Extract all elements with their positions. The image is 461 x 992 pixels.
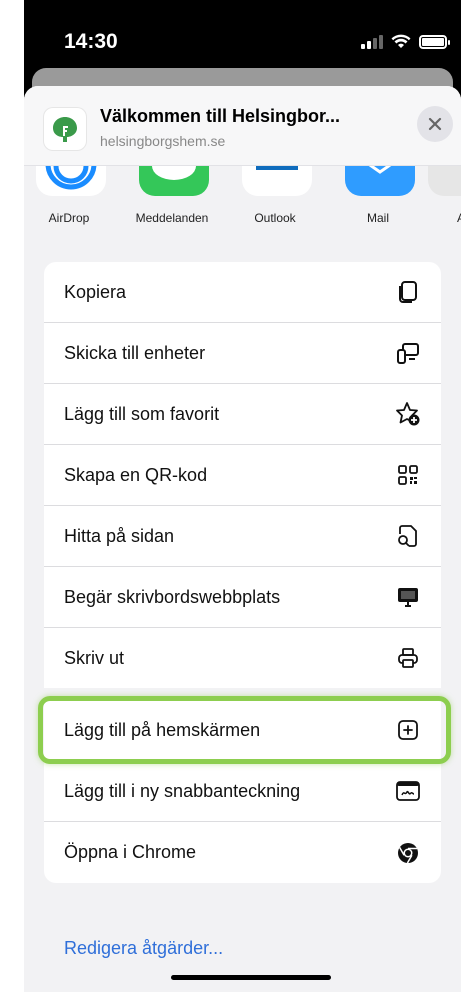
share-app-label: AirDrop	[48, 211, 90, 225]
action-quick-note[interactable]: Lägg till i ny snabbanteckning	[44, 761, 441, 822]
action-label: Skicka till enheter	[64, 342, 206, 363]
status-time: 14:30	[64, 30, 118, 53]
action-add-to-home-screen[interactable]: Lägg till på hemskärmen	[38, 696, 451, 764]
share-app-outlook[interactable]: Outlook	[230, 166, 320, 236]
desktop-site-icon	[395, 584, 421, 610]
share-sheet: Välkommen till Helsingbor... helsingborg…	[24, 86, 461, 992]
action-print[interactable]: Skriv ut	[44, 628, 441, 700]
share-app-label: Meddelanden	[135, 211, 209, 225]
page-title: Välkommen till Helsingbor...	[100, 106, 341, 126]
copy-icon	[395, 279, 421, 305]
app-icon	[428, 166, 461, 196]
qr-code-icon	[395, 462, 421, 488]
status-icons	[361, 34, 450, 49]
wifi-icon	[391, 34, 411, 48]
print-icon	[395, 645, 421, 671]
action-send-to-devices[interactable]: Skicka till enheter	[44, 323, 441, 384]
action-label: Hitta på sidan	[64, 525, 175, 546]
home-indicator[interactable]	[171, 975, 331, 980]
share-app-label: Mail	[366, 211, 389, 225]
action-label: Lägg till som favorit	[64, 403, 220, 424]
action-label: Kopiera	[64, 281, 127, 302]
action-label: Skapa en QR-kod	[64, 464, 208, 485]
action-open-in-chrome[interactable]: Öppna i Chrome	[44, 822, 441, 883]
messages-icon	[139, 166, 209, 196]
find-in-page-icon	[395, 523, 421, 549]
close-button[interactable]	[417, 106, 453, 142]
quick-note-icon	[395, 778, 421, 804]
share-apps-row: AirDrop Meddelanden Outlook Mail A	[24, 166, 461, 236]
battery-icon	[419, 34, 450, 49]
action-qr-code[interactable]: Skapa en QR-kod	[44, 445, 441, 506]
add-to-home-icon	[395, 717, 421, 743]
action-label: Öppna i Chrome	[64, 842, 197, 862]
edit-actions-link[interactable]: Redigera åtgärder...	[64, 938, 223, 959]
action-label: Lägg till i ny snabbanteckning	[64, 780, 301, 801]
action-desktop-site[interactable]: Begär skrivbordswebbplats	[44, 567, 441, 628]
outlook-icon	[242, 166, 312, 196]
chrome-icon	[395, 840, 421, 866]
action-add-favorite[interactable]: Lägg till som favorit	[44, 384, 441, 445]
action-copy[interactable]: Kopiera	[44, 262, 441, 323]
share-app-label: A	[456, 211, 461, 225]
page-url: helsingborgshem.se	[100, 133, 226, 149]
phone-screen: 14:30 Välkommen till Helsingbor... helsi…	[24, 0, 461, 992]
airdrop-icon	[36, 166, 106, 196]
send-to-devices-icon	[395, 340, 421, 366]
mail-icon	[345, 166, 415, 196]
signal-icon	[361, 34, 383, 49]
share-app-more[interactable]: A	[416, 166, 461, 236]
action-label: Begär skrivbordswebbplats	[64, 586, 281, 607]
share-app-mail[interactable]: Mail	[333, 166, 423, 236]
action-find-in-page[interactable]: Hitta på sidan	[44, 506, 441, 567]
site-logo-icon	[44, 108, 86, 150]
share-app-label: Outlook	[254, 211, 296, 225]
share-header: Välkommen till Helsingbor... helsingborg…	[24, 86, 461, 166]
share-app-messages[interactable]: Meddelanden	[127, 166, 217, 236]
close-icon	[428, 117, 442, 131]
share-app-airdrop[interactable]: AirDrop	[24, 166, 114, 236]
actions-list: Kopiera Skicka till enheter Lägg till so…	[38, 262, 451, 883]
add-favorite-icon	[395, 401, 421, 427]
action-label: Lägg till på hemskärmen	[64, 719, 261, 740]
action-label: Skriv ut	[64, 647, 125, 668]
